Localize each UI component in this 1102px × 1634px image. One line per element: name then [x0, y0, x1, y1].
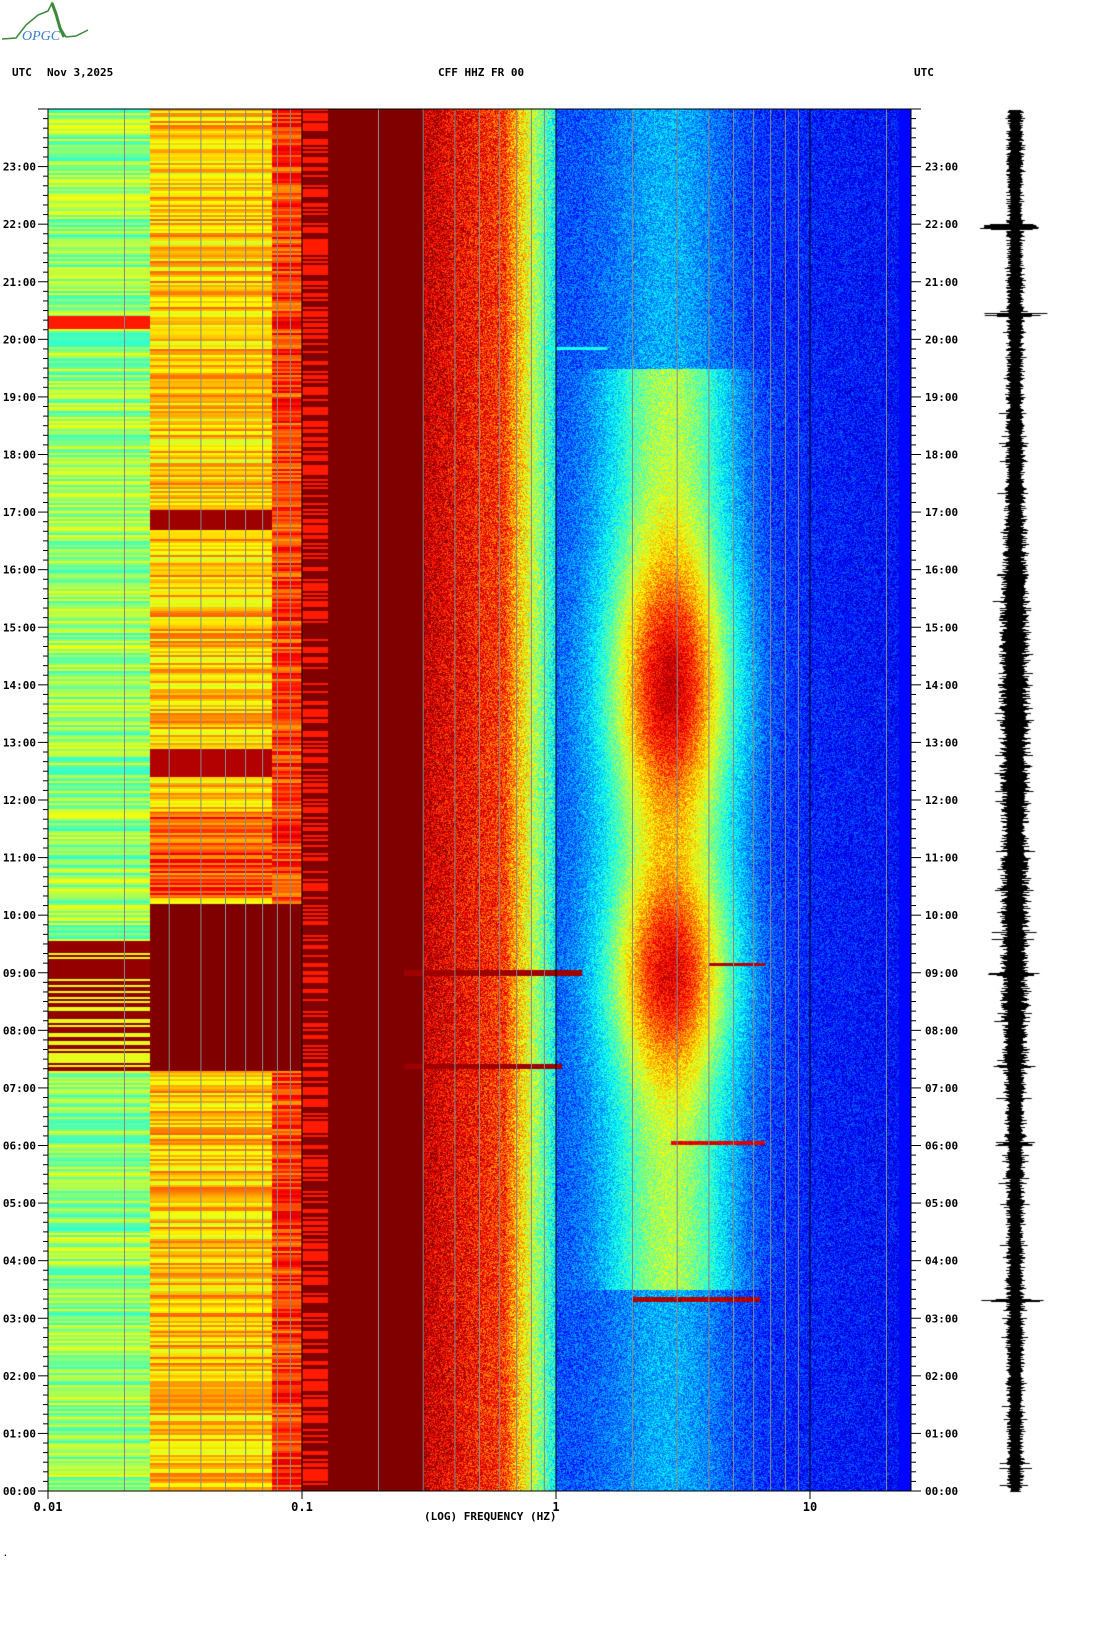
y-tick-label-right: 12:00: [925, 794, 958, 807]
y-tick-label: 20:00: [3, 333, 36, 346]
y-tick-label: 09:00: [3, 967, 36, 980]
y-tick-label-right: 10:00: [925, 909, 958, 922]
y-tick-label-right: 16:00: [925, 564, 958, 577]
y-tick-label-right: 09:00: [925, 967, 958, 980]
y-tick-label-right: 21:00: [925, 276, 958, 289]
seismogram-trace: [975, 105, 1055, 1495]
y-tick-label-right: 20:00: [925, 333, 958, 346]
y-tick-label: 21:00: [3, 276, 36, 289]
x-tick-label: 0.01: [34, 1500, 63, 1514]
y-tick-label: 13:00: [3, 736, 36, 749]
y-tick-label: 11:00: [3, 852, 36, 865]
y-tick-label-right: 08:00: [925, 1024, 958, 1037]
y-tick-label: 01:00: [3, 1427, 36, 1440]
y-tick-label-right: 19:00: [925, 391, 958, 404]
y-tick-label: 23:00: [3, 161, 36, 174]
y-tick-label: 04:00: [3, 1255, 36, 1268]
y-tick-label: 12:00: [3, 794, 36, 807]
x-tick-label: 0.1: [291, 1500, 313, 1514]
y-tick-label: 17:00: [3, 506, 36, 519]
y-tick-label-right: 04:00: [925, 1255, 958, 1268]
y-tick-label: 03:00: [3, 1312, 36, 1325]
y-tick-label-right: 00:00: [925, 1485, 958, 1498]
y-tick-label-right: 03:00: [925, 1312, 958, 1325]
y-tick-label: 02:00: [3, 1370, 36, 1383]
y-tick-label-right: 07:00: [925, 1082, 958, 1095]
y-tick-label: 10:00: [3, 909, 36, 922]
y-tick-label: 15:00: [3, 621, 36, 634]
y-tick-label: 16:00: [3, 564, 36, 577]
x-axis-label: (LOG) FREQUENCY (HZ): [424, 1510, 557, 1523]
y-tick-label-right: 02:00: [925, 1370, 958, 1383]
spectrogram-axes: 00:00 00:00 01:00 01:00 02:00 02:00 03:00 03:00…: [3, 108, 958, 1514]
y-tick-label: 05:00: [3, 1197, 36, 1210]
y-tick-label-right: 01:00: [925, 1427, 958, 1440]
y-tick-label-right: 22:00: [925, 218, 958, 231]
y-tick-label: 00:00: [3, 1485, 36, 1498]
y-tick-label: 08:00: [3, 1024, 36, 1037]
y-tick-label: 18:00: [3, 449, 36, 462]
y-tick-label: 19:00: [3, 391, 36, 404]
y-tick-label-right: 18:00: [925, 449, 958, 462]
y-tick-label: 06:00: [3, 1140, 36, 1153]
y-tick-label: 14:00: [3, 679, 36, 692]
y-tick-label-right: 15:00: [925, 621, 958, 634]
y-tick-label-right: 14:00: [925, 679, 958, 692]
y-tick-label-right: 13:00: [925, 736, 958, 749]
y-tick-label-right: 17:00: [925, 506, 958, 519]
x-tick-label: 10: [803, 1500, 817, 1514]
y-tick-label-right: 11:00: [925, 852, 958, 865]
y-tick-label: 22:00: [3, 218, 36, 231]
footer-mark: ·: [3, 1551, 8, 1560]
y-tick-label-right: 05:00: [925, 1197, 958, 1210]
y-tick-label-right: 06:00: [925, 1140, 958, 1153]
y-tick-label: 07:00: [3, 1082, 36, 1095]
y-tick-label-right: 23:00: [925, 161, 958, 174]
